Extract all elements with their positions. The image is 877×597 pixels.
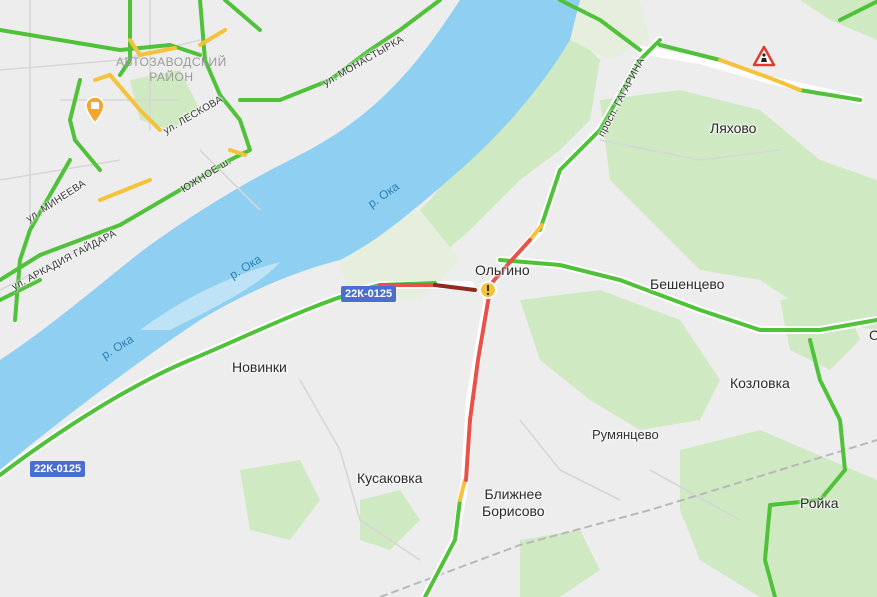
road-shield-22k-0125-west: 22К-0125 xyxy=(30,461,86,477)
traffic-incident-icon[interactable] xyxy=(478,280,498,300)
settlement-novinki[interactable]: Новинки xyxy=(232,359,287,375)
map-view[interactable]: АВТОЗАВОДСКИЙ РАЙОН ул. МОНАСТЫРКА ул. Л… xyxy=(0,0,877,597)
settlement-beshentsevo[interactable]: Бешенцево xyxy=(650,276,724,292)
district-label: АВТОЗАВОДСКИЙ РАЙОН xyxy=(116,55,227,85)
settlement-kozlovka[interactable]: Козловка xyxy=(730,375,790,391)
settlement-blizhnee-line-2: Борисово xyxy=(482,503,545,519)
map-canvas[interactable] xyxy=(0,0,877,597)
settlement-royka[interactable]: Ройка xyxy=(800,495,839,511)
district-line-2: РАЙОН xyxy=(149,70,194,84)
settlement-olgino[interactable]: Ольгино xyxy=(475,262,530,278)
settlement-blizhnee-line-1: Ближнее xyxy=(484,486,543,502)
settlement-kusakovka[interactable]: Кусаковка xyxy=(357,470,423,486)
settlement-rumyantsevo[interactable]: Румянцево xyxy=(592,427,659,442)
road-shield-22k-0125: 22К-0125 xyxy=(341,286,397,302)
settlement-lyakhovo[interactable]: Ляхово xyxy=(710,120,756,136)
roadworks-warning-icon[interactable] xyxy=(752,45,776,67)
settlement-blizhnee-borisovo[interactable]: Ближнее Борисово xyxy=(482,486,545,520)
poi-pin-icon[interactable] xyxy=(84,96,106,124)
district-line-1: АВТОЗАВОДСКИЙ xyxy=(116,55,227,69)
settlement-edge-label[interactable]: О xyxy=(869,327,877,343)
